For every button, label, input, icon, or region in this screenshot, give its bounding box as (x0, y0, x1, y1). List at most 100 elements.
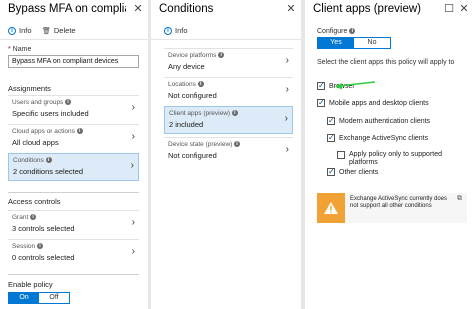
nav-item-value: 2 conditions selected (13, 167, 84, 176)
modern-auth-checkbox[interactable]: ✓ Modern authentication clients (327, 117, 430, 125)
assignments-heading: Assignments (8, 84, 51, 93)
nav-item-value: 2 included (169, 120, 204, 129)
nav-item-value: Specific users included (12, 109, 89, 118)
checkbox-checked-icon: ✓ (327, 167, 335, 176)
toggle-off[interactable]: Off (39, 293, 69, 303)
nav-locations[interactable]: Locations i Not configured › (164, 77, 293, 103)
checkbox-checked-icon: ✓ (317, 98, 325, 107)
modern-auth-label: Modern authentication clients (339, 117, 431, 125)
warning-icon-area (317, 193, 345, 223)
access-controls-heading: Access controls (8, 197, 61, 206)
warning-banner: Exchange ActiveSync currently does not s… (317, 193, 467, 223)
configure-yes[interactable]: Yes (318, 38, 354, 48)
policy-blade-header: Bypass MFA on compliant de... ✕ (0, 0, 148, 22)
section-divider (8, 274, 139, 275)
configure-toggle[interactable]: Yes No (317, 37, 391, 49)
nav-item-label: Session i (12, 243, 43, 250)
conditions-toolbar: i Info (151, 23, 301, 40)
chevron-right-icon: › (131, 131, 135, 142)
chevron-right-icon: › (285, 55, 289, 66)
trash-icon: 🗑 (42, 27, 51, 35)
nav-item-label: Device platforms i (168, 52, 225, 59)
chevron-right-icon: › (130, 160, 134, 171)
checkbox-unchecked-icon: ✓ (337, 151, 345, 159)
nav-device-state[interactable]: Device state (preview) i Not configured … (164, 137, 293, 163)
info-icon: i (76, 128, 83, 134)
info-icon: i (231, 110, 238, 116)
info-icon: i (36, 243, 43, 249)
chevron-right-icon: › (285, 84, 289, 95)
policy-blade: Bypass MFA on compliant de... ✕ i Info 🗑… (0, 0, 148, 309)
enable-policy-label: Enable policy (8, 280, 53, 289)
close-icon[interactable]: ✕ (285, 2, 297, 16)
client-apps-blade-title: Client apps (preview) (313, 3, 422, 15)
section-divider (8, 192, 139, 193)
chevron-right-icon: › (131, 246, 135, 257)
nav-grant[interactable]: Grant i 3 controls selected › (8, 210, 139, 236)
nav-item-label: Client apps (preview) i (169, 110, 238, 117)
info-icon: i (30, 214, 37, 220)
checkbox-checked-icon: ✓ (327, 116, 335, 125)
info-button[interactable]: i Info (164, 26, 188, 35)
close-icon[interactable]: ✕ (132, 2, 144, 16)
annotation-arrow (335, 81, 375, 90)
nav-item-value: Not configured (168, 151, 217, 160)
nav-item-value: Not configured (168, 91, 217, 100)
name-input[interactable]: Bypass MFA on compliant devices (8, 55, 139, 68)
name-field-label: * Name (8, 46, 31, 53)
nav-item-value: 0 controls selected (12, 253, 75, 262)
conditions-blade-title: Conditions (159, 3, 214, 15)
chevron-right-icon: › (285, 144, 289, 155)
select-client-apps-text: Select the client apps this policy will … (317, 59, 455, 66)
toggle-on[interactable]: On (9, 293, 39, 303)
client-apps-blade: Client apps (preview) ☐ ✕ Configure i Ye… (305, 0, 474, 309)
other-clients-label: Other clients (339, 168, 379, 176)
mobile-apps-checkbox[interactable]: ✓ Mobile apps and desktop clients (317, 99, 429, 107)
maximize-icon[interactable]: ☐ (443, 2, 455, 16)
policy-toolbar: i Info 🗑 Delete (0, 23, 148, 40)
external-link-icon[interactable]: ⧉ (457, 195, 462, 203)
configure-no[interactable]: No (354, 38, 390, 48)
info-icon: i (197, 81, 204, 87)
nav-item-value: Any device (168, 62, 205, 71)
nav-conditions[interactable]: Conditions i 2 conditions selected › (8, 153, 139, 181)
nav-item-label: Locations i (168, 81, 204, 88)
nav-session[interactable]: Session i 0 controls selected › (8, 239, 139, 265)
conditions-blade-header: Conditions ✕ (151, 0, 301, 22)
nav-item-label: Grant i (12, 214, 37, 221)
exchange-activesync-checkbox[interactable]: ✓ Exchange ActiveSync clients (327, 134, 428, 142)
info-icon: i (65, 99, 72, 105)
info-icon: i (45, 157, 52, 163)
info-icon: i (8, 26, 16, 35)
nav-client-apps[interactable]: Client apps (preview) i 2 included › (164, 106, 293, 134)
exchange-activesync-label: Exchange ActiveSync clients (339, 134, 429, 142)
info-icon: i (234, 141, 241, 147)
nav-cloud-apps[interactable]: Cloud apps or actions i All cloud apps › (8, 124, 139, 150)
apply-supported-platforms-checkbox[interactable]: ✓ Apply policy only to supported platfor… (337, 151, 457, 167)
delete-button-label: Delete (53, 26, 76, 35)
enable-policy-toggle[interactable]: On Off (8, 292, 70, 304)
checkbox-checked-icon: ✓ (317, 81, 325, 90)
close-icon[interactable]: ✕ (458, 2, 470, 16)
client-apps-blade-header: Client apps (preview) ☐ ✕ (305, 0, 474, 22)
chevron-right-icon: › (284, 113, 288, 124)
delete-button[interactable]: 🗑 Delete (42, 26, 76, 35)
other-clients-checkbox[interactable]: ✓ Other clients (327, 168, 378, 176)
nav-item-label: Users and groups i (12, 99, 72, 106)
nav-item-value: All cloud apps (12, 138, 59, 147)
checkbox-checked-icon: ✓ (327, 133, 335, 142)
info-button-label: Info (19, 26, 32, 35)
warning-text: Exchange ActiveSync currently does not s… (350, 196, 448, 209)
mobile-apps-label: Mobile apps and desktop clients (329, 99, 429, 107)
name-label-text: Name (12, 46, 32, 53)
nav-item-label: Conditions i (13, 157, 52, 164)
info-button[interactable]: i Info (8, 26, 32, 35)
nav-item-value: 3 controls selected (12, 224, 75, 233)
nav-users-and-groups[interactable]: Users and groups i Specific users includ… (8, 95, 139, 121)
configure-label: Configure i (317, 28, 356, 35)
info-icon: i (218, 52, 225, 58)
info-icon: i (349, 28, 356, 34)
info-button-label: Info (175, 26, 188, 35)
apply-supported-label: Apply policy only to supported platforms (349, 151, 442, 166)
nav-device-platforms[interactable]: Device platforms i Any device › (164, 48, 293, 74)
